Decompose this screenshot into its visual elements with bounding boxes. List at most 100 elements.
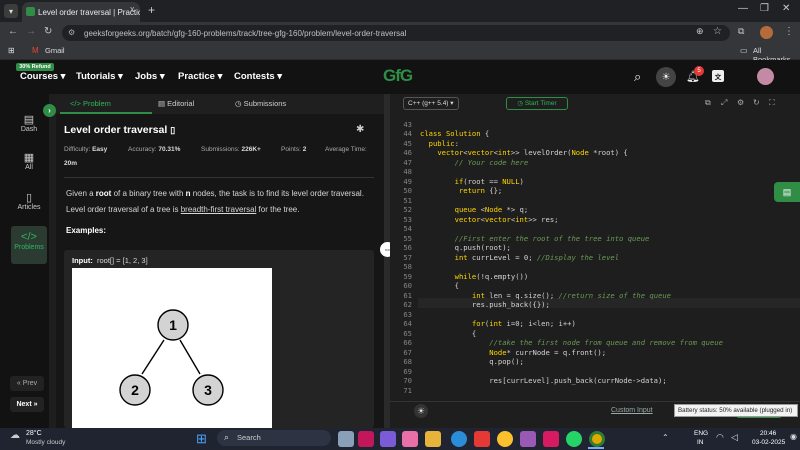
site-info-icon[interactable]: ⚙ [68, 28, 75, 37]
back-icon[interactable]: ← [8, 26, 18, 37]
nav-contests[interactable]: Contests ▾ [234, 71, 282, 82]
gfg-favicon-icon [26, 7, 35, 16]
copy-icon[interactable]: ⧉ [705, 98, 711, 108]
clock-time[interactable]: 20:46 [760, 430, 776, 437]
line-number: 51 [403, 195, 412, 205]
tab-submissions[interactable]: ◷ Submissions [235, 99, 286, 108]
task-view-icon[interactable] [338, 431, 354, 447]
report-bug-icon[interactable]: ✱ [356, 124, 364, 135]
tab-editorial[interactable]: ▤ Editorial [158, 99, 194, 108]
windows-start-icon[interactable]: ⊞ [196, 431, 207, 447]
settings-icon[interactable]: ⚙ [737, 98, 744, 107]
tab-search-icon[interactable]: ▾ [4, 4, 18, 18]
gfg-logo[interactable]: GfG [383, 66, 413, 86]
code-line: vector<vector<int>> res; [454, 214, 559, 224]
theme-toggle-icon[interactable]: ☀ [656, 67, 676, 87]
nav-practice[interactable]: Practice ▾ [178, 71, 222, 82]
edge-icon[interactable] [451, 431, 467, 447]
problem-title-text: Level order traversal [64, 124, 168, 136]
new-tab-button[interactable]: + [148, 3, 155, 17]
notifications-icon[interactable]: ◉ [790, 432, 797, 441]
prev-button[interactable]: « Prev [10, 376, 44, 391]
weather-desc[interactable]: Mostly cloudy [26, 439, 65, 446]
browser-tab-active[interactable]: Level order traversal | Practice | [22, 2, 140, 22]
nav-tutorials[interactable]: Tutorials ▾ [76, 71, 123, 82]
search-icon[interactable]: ⌕ [634, 69, 641, 85]
tree-node-label: 2 [131, 382, 139, 398]
code-editor[interactable]: 43 44 45 46 47 48 49 50 51 52 53 54 55 56 57 58 59 60 61 62… [390, 114, 800, 401]
tab-close-icon[interactable]: x [130, 4, 135, 14]
forward-icon[interactable]: → [26, 26, 36, 37]
reload-icon[interactable]: ↻ [44, 26, 52, 37]
address-bar[interactable]: geeksforgeeks.org/batch/gfg-160-problems… [62, 25, 730, 41]
tree-canvas [72, 268, 272, 428]
tray-chevron-icon[interactable]: ⌃ [662, 433, 669, 442]
user-avatar[interactable] [757, 68, 774, 85]
file-explorer-icon[interactable] [425, 431, 441, 447]
rail-item-problems[interactable]: </> Problems [11, 226, 47, 264]
region-indicator[interactable]: IN [697, 439, 704, 446]
code-icon: </> [21, 231, 37, 243]
translate-icon[interactable]: 文 [712, 70, 724, 82]
code-line: { [420, 328, 477, 338]
close-window-icon[interactable]: ✕ [782, 3, 790, 14]
bookmark-star-icon[interactable]: ☆ [713, 26, 722, 37]
apps-grid-icon[interactable]: ⊞ [8, 46, 15, 55]
code-line: q.pop(); [420, 357, 524, 366]
whatsapp-icon[interactable] [566, 431, 582, 447]
nav-courses[interactable]: Courses ▾ [20, 71, 65, 82]
rail-item-all[interactable]: ▦ All [11, 146, 47, 184]
avg-time-label: Average Time: [325, 146, 367, 153]
rail-label: Articles [17, 204, 41, 211]
line-number: 49 [403, 176, 412, 186]
reset-icon[interactable]: ↻ [753, 98, 760, 107]
profile-avatar[interactable] [760, 26, 773, 39]
zoom-icon[interactable]: ⊕ [696, 26, 704, 37]
app-icon-teams[interactable] [380, 431, 396, 447]
taskbar-search[interactable]: Search [217, 430, 331, 446]
code-line: while(!q.empty()) [454, 271, 529, 281]
app-icon-purple[interactable] [520, 431, 536, 447]
theme-icon[interactable]: ☀ [414, 404, 428, 418]
maximize-icon[interactable]: ❐ [760, 3, 769, 14]
volume-icon[interactable]: ◁ [731, 432, 738, 443]
custom-input-link[interactable]: Custom Input [611, 407, 653, 414]
language-select[interactable]: C++ (g++ 5.4) ▾ [403, 97, 459, 110]
start-timer-button[interactable]: ◷ Start Timer [506, 97, 568, 110]
bookmark-gmail[interactable]: Gmail [45, 46, 65, 55]
minimize-icon[interactable]: — [738, 3, 748, 14]
wifi-icon[interactable]: ◠ [716, 432, 724, 443]
line-number: 65 [403, 328, 412, 338]
line-number: 54 [403, 224, 412, 233]
extensions-icon[interactable]: ⧉ [738, 26, 744, 37]
chrome-icon[interactable] [589, 431, 605, 447]
browser-menu-icon[interactable]: ⋮ [784, 26, 794, 37]
chat-icon[interactable]: ▤ [774, 182, 800, 202]
line-number: 50 [403, 186, 412, 195]
url-text: geeksforgeeks.org/batch/gfg-160-problems… [84, 28, 407, 38]
app-icon-yellow[interactable] [497, 431, 513, 447]
windows-taskbar [0, 428, 800, 450]
rail-item-dash[interactable]: ▤ Dash [11, 108, 47, 146]
tree-node-label: 3 [204, 382, 212, 398]
code-line: { [420, 281, 459, 290]
weather-temp[interactable]: 28°C [26, 430, 42, 437]
line-number: 68 [403, 357, 412, 366]
examples-heading: Examples: [66, 226, 107, 235]
bfs-link[interactable]: breadth-first traversal [181, 205, 257, 214]
expand-icon[interactable]: ⤢ [721, 98, 727, 108]
app-icon-red[interactable] [474, 431, 490, 447]
jetbrains-icon[interactable] [543, 431, 559, 447]
line-number: 64 [403, 319, 412, 328]
next-button[interactable]: Next » [10, 397, 44, 412]
nav-jobs[interactable]: Jobs ▾ [135, 71, 165, 82]
fullscreen-icon[interactable]: ⛶ [769, 98, 775, 108]
rail-item-articles[interactable]: ▯ Articles [11, 186, 47, 224]
app-icon-mcafee[interactable] [358, 431, 374, 447]
app-icon-copilot[interactable] [402, 431, 418, 447]
refund-badge: 30% Refund [16, 63, 54, 71]
clock-date[interactable]: 03-02-2025 [752, 439, 785, 446]
language-indicator[interactable]: ENG [694, 430, 708, 437]
tab-problem[interactable]: </> Problem [70, 99, 111, 108]
bookmark-icon[interactable]: ▯ [170, 125, 175, 135]
